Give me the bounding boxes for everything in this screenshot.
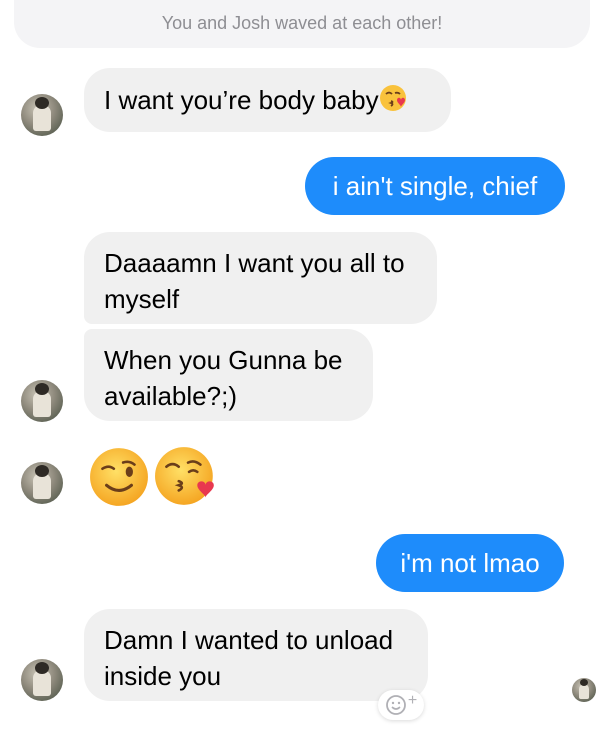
add-reaction-plus: + [407, 692, 418, 709]
add-reaction-icon [385, 695, 406, 715]
message-bubble-incoming[interactable]: I want you’re body baby [84, 68, 451, 132]
message-text: Daaaamn I want you all to myself [104, 248, 405, 314]
contact-avatar[interactable] [21, 94, 63, 136]
message-bubble-incoming[interactable]: When you Gunna be available?;) [84, 329, 373, 421]
face-blowing-kiss-icon [155, 447, 214, 505]
message-bubble-incoming[interactable]: Damn I wanted to unload inside you [84, 609, 428, 701]
message-bubble-outgoing[interactable]: i'm not lmao [376, 534, 564, 592]
add-reaction-button[interactable]: + [378, 690, 424, 720]
message-bubble-outgoing[interactable]: i ain't single, chief [305, 157, 565, 215]
contact-avatar[interactable] [21, 380, 63, 422]
message-text: Damn I wanted to unload inside you [104, 625, 394, 691]
message-bubble-incoming[interactable]: Daaaamn I want you all to myself [84, 232, 437, 324]
read-receipt-avatar [572, 678, 596, 702]
winking-face-icon [90, 448, 148, 506]
message-text: I want you’re body baby [104, 85, 379, 115]
message-text: i ain't single, chief [332, 171, 538, 201]
contact-avatar[interactable] [21, 659, 63, 701]
kissing-face-with-heart-icon [379, 85, 406, 111]
notice-text: You and Josh waved at each other! [161, 12, 443, 33]
message-text: When you Gunna be available?;) [104, 345, 343, 411]
contact-avatar[interactable] [21, 462, 63, 504]
message-text: i'm not lmao [400, 548, 540, 578]
conversation-notice: You and Josh waved at each other! [14, 0, 590, 48]
